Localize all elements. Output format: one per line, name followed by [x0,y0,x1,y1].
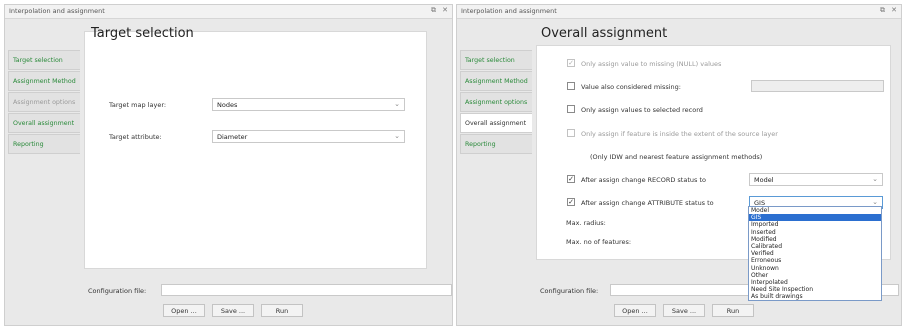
left-window: Interpolation and assignment ⧉ ✕ Target … [4,4,453,326]
target-layer-select[interactable]: Nodes ⌄ [212,98,405,111]
config-file-input[interactable] [161,284,452,296]
left-titlebar: Interpolation and assignment ⧉ ✕ [5,5,452,19]
save-button[interactable]: Save ... [663,304,705,317]
inside-extent-label: Only assign if feature is inside the ext… [581,130,778,138]
record-status-value: Model [754,176,774,184]
sidebar-item-overall-assignment[interactable]: Overall assignment [460,113,532,133]
target-attribute-select[interactable]: Diameter ⌄ [212,130,405,143]
max-radius-label: Max. radius: [566,219,606,227]
value-missing-checkbox[interactable] [567,82,575,90]
close-icon[interactable]: ✕ [891,6,897,14]
left-window-title: Interpolation and assignment [9,7,105,15]
dropdown-option[interactable]: Erroneous [749,257,881,264]
attr-status-label: After assign change ATTRIBUTE status to [581,199,714,207]
selected-record-checkbox[interactable] [567,105,575,113]
dropdown-option[interactable]: Other [749,272,881,279]
page-title: Target selection [91,26,194,41]
dropdown-option[interactable]: Interpolated [749,279,881,286]
right-titlebar: Interpolation and assignment ⧉ ✕ [457,5,901,19]
target-attribute-label: Target attribute: [109,133,162,141]
dropdown-option-selected[interactable]: GIS [749,214,881,222]
record-status-label: After assign change RECORD status to [581,176,706,184]
max-features-label: Max. no of features: [566,238,632,246]
dropdown-option[interactable]: Calibrated [749,243,881,250]
dropdown-option[interactable]: Imported [749,221,881,228]
selected-record-label: Only assign values to selected record [581,106,703,114]
sidebar-item-assignment-method[interactable]: Assignment Method [460,71,532,91]
attr-status-checkbox[interactable]: ✓ [567,198,575,206]
idw-note: (Only IDW and nearest feature assignment… [590,153,763,161]
record-status-select[interactable]: Model ⌄ [749,173,883,186]
missing-null-label: Only assign value to missing (NULL) valu… [581,60,722,68]
value-missing-label: Value also considered missing: [581,83,681,91]
right-window-title: Interpolation and assignment [461,7,557,15]
page-title: Overall assignment [541,26,668,41]
sidebar-item-overall-assignment[interactable]: Overall assignment [8,113,80,133]
target-layer-value: Nodes [217,101,238,109]
open-button[interactable]: Open ... [163,304,205,317]
open-button[interactable]: Open ... [614,304,656,317]
missing-null-checkbox[interactable]: ✓ [567,59,575,67]
record-status-checkbox[interactable]: ✓ [567,175,575,183]
dropdown-option[interactable]: Modified [749,236,881,243]
left-content-panel [84,31,427,269]
sidebar-item-assignment-options[interactable]: Assignment options [8,92,80,112]
sidebar-item-assignment-options[interactable]: Assignment options [460,92,532,112]
run-button[interactable]: Run [712,304,754,317]
sidebar-item-reporting[interactable]: Reporting [460,134,532,154]
chevron-down-icon: ⌄ [394,132,400,140]
dropdown-option[interactable]: Inserted [749,229,881,236]
restore-icon[interactable]: ⧉ [431,6,436,15]
sidebar-item-target-selection[interactable]: Target selection [460,50,532,70]
chevron-down-icon: ⌄ [872,175,878,183]
chevron-down-icon: ⌄ [872,198,878,206]
save-button[interactable]: Save ... [212,304,254,317]
attr-status-dropdown-list[interactable]: Model GIS Imported Inserted Modified Cal… [748,206,882,302]
target-attribute-value: Diameter [217,133,248,141]
sidebar-item-assignment-method[interactable]: Assignment Method [8,71,80,91]
close-icon[interactable]: ✕ [442,6,448,14]
sidebar-item-reporting[interactable]: Reporting [8,134,80,154]
run-button[interactable]: Run [261,304,303,317]
restore-icon[interactable]: ⧉ [880,6,885,15]
config-file-label: Configuration file: [88,287,147,295]
inside-extent-checkbox[interactable] [567,129,575,137]
dropdown-option[interactable]: Unknown [749,265,881,272]
dropdown-option[interactable]: Need Site Inspection [749,286,881,293]
sidebar-item-target-selection[interactable]: Target selection [8,50,80,70]
value-missing-input[interactable] [751,80,884,92]
dropdown-option[interactable]: Verified [749,250,881,257]
chevron-down-icon: ⌄ [394,100,400,108]
config-file-label: Configuration file: [540,287,599,295]
dropdown-option[interactable]: Model [749,207,881,214]
dropdown-option[interactable]: As built drawings [749,293,881,300]
target-layer-label: Target map layer: [109,101,167,109]
